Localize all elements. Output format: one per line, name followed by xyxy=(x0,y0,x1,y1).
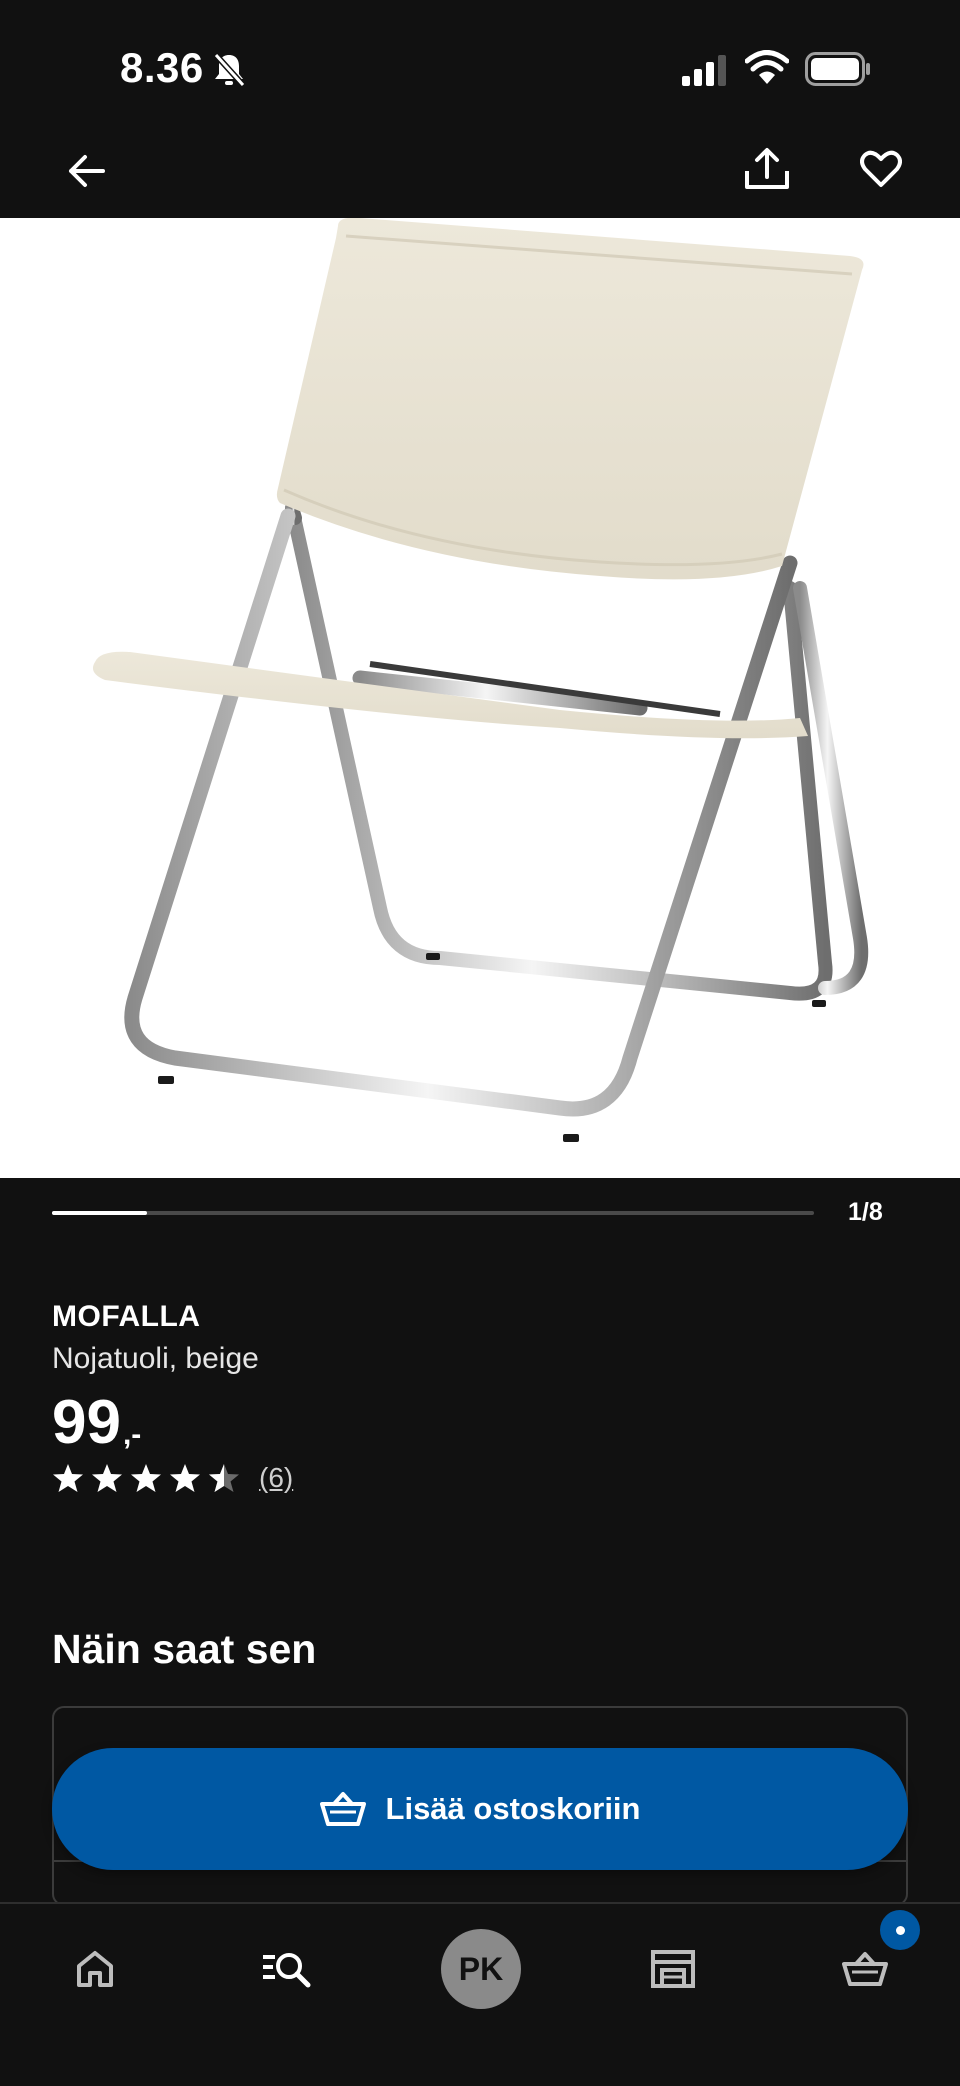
tab-stores[interactable] xyxy=(628,1924,718,2014)
half-star-icon xyxy=(209,1464,239,1492)
product-rating[interactable]: (6) xyxy=(52,1462,293,1494)
home-icon xyxy=(77,1951,113,1987)
share-button[interactable] xyxy=(732,134,802,204)
image-carousel-indicator: 1/8 xyxy=(0,1178,960,1248)
cellular-signal-icon xyxy=(682,55,726,86)
price-suffix: ,- xyxy=(122,1418,142,1451)
battery-icon xyxy=(805,52,870,86)
chair-image xyxy=(92,218,869,1142)
star-icon xyxy=(170,1464,200,1492)
basket-icon xyxy=(319,1792,366,1826)
carousel-counter: 1/8 xyxy=(848,1198,883,1226)
store-icon xyxy=(651,1950,695,1988)
star-icon xyxy=(131,1464,161,1492)
add-to-cart-button[interactable]: Lisää ostoskoriin xyxy=(52,1748,908,1870)
top-navigation xyxy=(0,120,960,218)
bell-off-icon xyxy=(213,52,246,88)
arrow-left-icon xyxy=(69,155,105,187)
add-to-cart-label: Lisää ostoskoriin xyxy=(385,1791,641,1826)
search-list-icon xyxy=(263,1953,311,1988)
carousel-progress-fill xyxy=(52,1211,148,1215)
bottom-navigation: PK xyxy=(0,1902,960,2086)
back-button[interactable] xyxy=(52,136,122,206)
tab-search[interactable] xyxy=(242,1924,332,2014)
review-count-link[interactable]: (6) xyxy=(259,1462,293,1494)
delivery-section-title: Näin saat sen xyxy=(52,1626,317,1672)
avatar: PK xyxy=(441,1929,521,2009)
product-price: 99 ,- xyxy=(52,1384,141,1454)
favourite-button[interactable] xyxy=(846,134,916,204)
price-amount: 99 xyxy=(52,1388,121,1457)
tab-profile[interactable]: PK xyxy=(436,1924,526,2014)
star-icon xyxy=(92,1464,122,1492)
heart-icon xyxy=(860,150,902,187)
status-time: 8.36 xyxy=(120,44,204,91)
basket-icon xyxy=(842,1952,888,1986)
wifi-icon xyxy=(745,50,789,84)
tab-home[interactable] xyxy=(50,1924,140,2014)
product-name: MOFALLA xyxy=(52,1300,201,1333)
share-icon xyxy=(745,148,789,189)
product-description: Nojatuoli, beige xyxy=(52,1342,259,1375)
product-image[interactable] xyxy=(0,218,960,1178)
status-bar: 8.36 xyxy=(0,0,960,120)
carousel-progress-track xyxy=(52,1211,814,1215)
cart-badge xyxy=(880,1910,920,1950)
star-icon xyxy=(53,1464,83,1492)
cart-badge-dot xyxy=(895,1925,905,1935)
